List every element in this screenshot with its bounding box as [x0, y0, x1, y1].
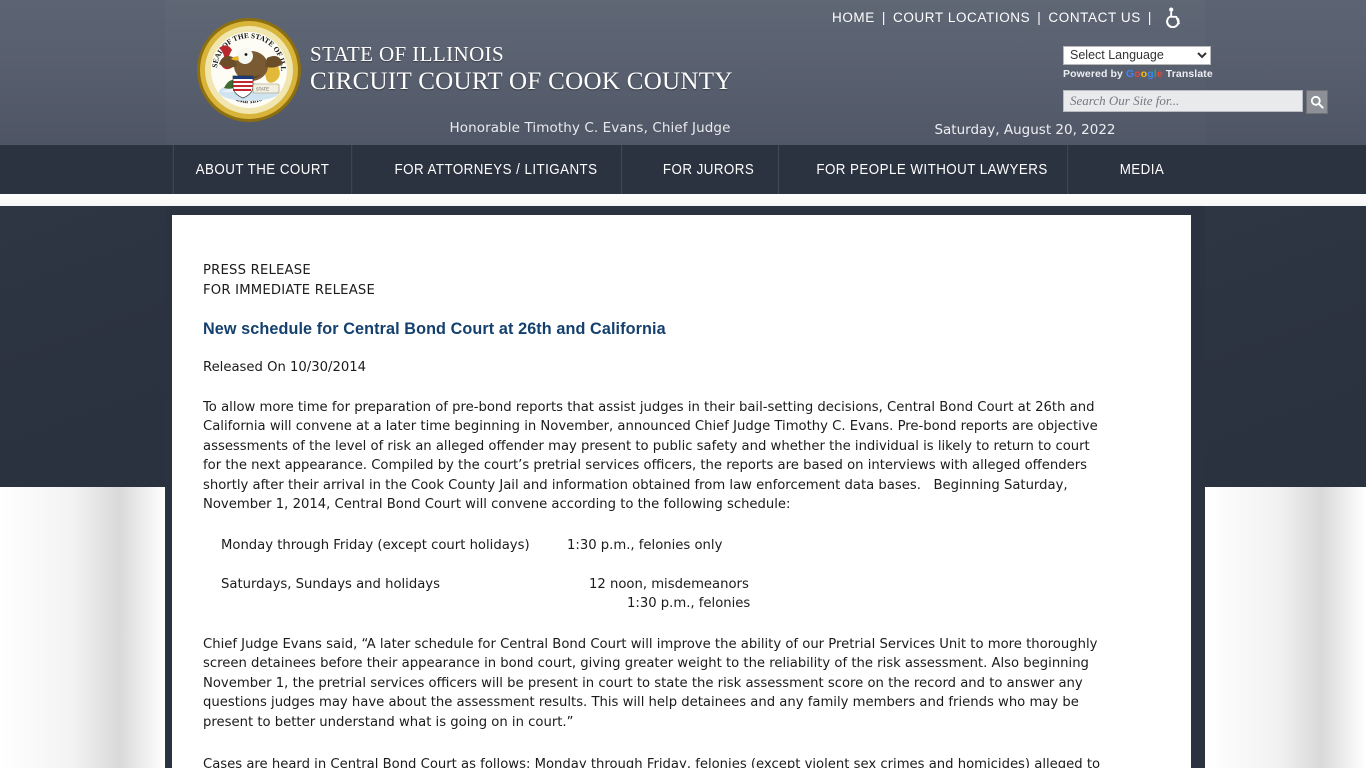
schedule-times-weekends: 12 noon, misdemeanors 1:30 p.m., felonie…	[589, 575, 750, 614]
link-separator-1: |	[881, 9, 886, 25]
paragraph3-line-1: Cases are heard in Central Bond Court as…	[203, 757, 1101, 768]
site-title-block: STATE OF ILLINOIS CIRCUIT COURT OF COOK …	[310, 42, 733, 97]
top-link-home[interactable]: HOME	[832, 10, 875, 25]
schedule-time-weekends-felonies: 1:30 p.m., felonies	[627, 596, 751, 612]
right-decorative-panel	[1205, 205, 1366, 487]
top-link-court-locations[interactable]: COURT LOCATIONS	[893, 10, 1030, 25]
nav-bottom-gap	[0, 194, 1366, 206]
site-search	[1063, 90, 1328, 114]
top-utility-links: HOME | COURT LOCATIONS | CONTACT US |	[832, 6, 1185, 28]
paragraph1-line-5: shortly after their arrival in the Cook …	[203, 477, 1068, 493]
svg-text:STATE: STATE	[256, 87, 269, 92]
site-header: SEAL OF THE STATE OF ILLINOIS AUG. 26th …	[0, 0, 1366, 145]
schedule-days-weekdays: Monday through Friday (except court holi…	[221, 538, 530, 553]
current-date: Saturday, August 20, 2022	[934, 122, 1116, 138]
nav-item-for-attorneys-litigants[interactable]: FOR ATTORNEYS / LITIGANTS	[371, 145, 623, 194]
paragraph1-line-6: November 1, 2014, Central Bond Court wil…	[203, 497, 791, 513]
site-title-line2: CIRCUIT COURT OF COOK COUNTY	[310, 68, 733, 95]
paragraph1-line-1: To allow more time for preparation of pr…	[203, 400, 1095, 415]
kicker-line-for-immediate-release: FOR IMMEDIATE RELEASE	[203, 283, 376, 298]
press-release-date: Released On 10/30/2014	[203, 360, 367, 375]
schedule-time-weekdays: 1:30 p.m., felonies only	[567, 538, 723, 553]
illinois-state-seal-icon: SEAL OF THE STATE OF ILLINOIS AUG. 26th …	[197, 18, 301, 122]
wheelchair-accessibility-icon[interactable]	[1163, 6, 1185, 28]
press-release-paragraph-1: To allow more time for preparation of pr…	[203, 398, 1163, 514]
kicker-line-press-release: PRESS RELEASE	[203, 263, 311, 278]
paragraph2-line-1: Chief Judge Evans said, “A later schedul…	[203, 637, 1098, 652]
paragraph2-line-3: November 1, the pretrial services office…	[203, 675, 1083, 691]
select-language-dropdown[interactable]: Select Language	[1063, 45, 1211, 65]
powered-by-prefix: Powered by	[1063, 67, 1126, 80]
chief-judge-line: Honorable Timothy C. Evans, Chief Judge	[449, 120, 731, 136]
nav-item-for-people-without-lawyers[interactable]: FOR PEOPLE WITHOUT LAWYERS	[797, 145, 1069, 194]
left-decorative-panel	[0, 205, 165, 487]
link-separator-2: |	[1037, 9, 1042, 25]
paragraph1-line-3: assessments of the level of risk an alle…	[203, 438, 1090, 454]
schedule-days-weekends: Saturdays, Sundays and holidays	[221, 577, 440, 592]
bond-court-schedule: Monday through Friday (except court holi…	[203, 536, 1133, 614]
press-release-paragraph-2: Chief Judge Evans said, “A later schedul…	[203, 635, 1168, 732]
press-release-kicker: PRESS RELEASE FOR IMMEDIATE RELEASE	[203, 261, 375, 301]
header-inner: SEAL OF THE STATE OF ILLINOIS AUG. 26th …	[165, 0, 1328, 145]
site-title-line1: STATE OF ILLINOIS	[310, 42, 505, 66]
nav-item-for-jurors[interactable]: FOR JURORS	[639, 145, 779, 194]
paragraph2-line-4: questions judges may have about the asse…	[203, 695, 1079, 711]
press-release-card: PRESS RELEASE FOR IMMEDIATE RELEASE New …	[172, 215, 1191, 768]
right-fade-panel	[1205, 487, 1366, 768]
page-root: SEAL OF THE STATE OF ILLINOIS AUG. 26th …	[0, 0, 1366, 768]
nav-item-about-the-court[interactable]: ABOUT THE COURT	[172, 145, 353, 194]
translate-label: Translate	[1162, 67, 1213, 80]
search-icon	[1310, 95, 1324, 109]
paragraph2-line-5: present to better understand what is goi…	[203, 714, 574, 730]
powered-by-google-translate: Powered by Google Translate	[1063, 68, 1323, 80]
paragraph1-line-4: for the next appearance. Compiled by the…	[203, 458, 1087, 474]
language-selector-block: Select Language Powered by Google Transl…	[1063, 44, 1323, 80]
paragraph1-line-2: California will convene at a later time …	[203, 419, 1098, 435]
top-link-contact-us[interactable]: CONTACT US	[1048, 10, 1141, 25]
nav-item-media[interactable]: MEDIA	[1085, 145, 1199, 194]
main-navigation: ABOUT THE COURT FOR ATTORNEYS / LITIGANT…	[165, 145, 1205, 194]
search-button[interactable]	[1306, 90, 1328, 114]
schedule-row-weekdays: Monday through Friday (except court holi…	[203, 536, 1133, 575]
left-fade-panel	[0, 487, 165, 768]
schedule-time-weekends-noon: 12 noon, misdemeanors	[589, 577, 749, 592]
link-separator-3: |	[1147, 9, 1152, 25]
schedule-row-weekends: Saturdays, Sundays and holidays 12 noon,…	[203, 575, 1133, 614]
paragraph2-line-2: screen detainees before their appearance…	[203, 656, 1089, 672]
press-release-title: New schedule for Central Bond Court at 2…	[203, 320, 666, 338]
google-letter-g1: G	[1125, 67, 1135, 80]
search-input[interactable]	[1063, 90, 1303, 112]
press-release-paragraph-3: Cases are heard in Central Bond Court as…	[203, 755, 1168, 768]
